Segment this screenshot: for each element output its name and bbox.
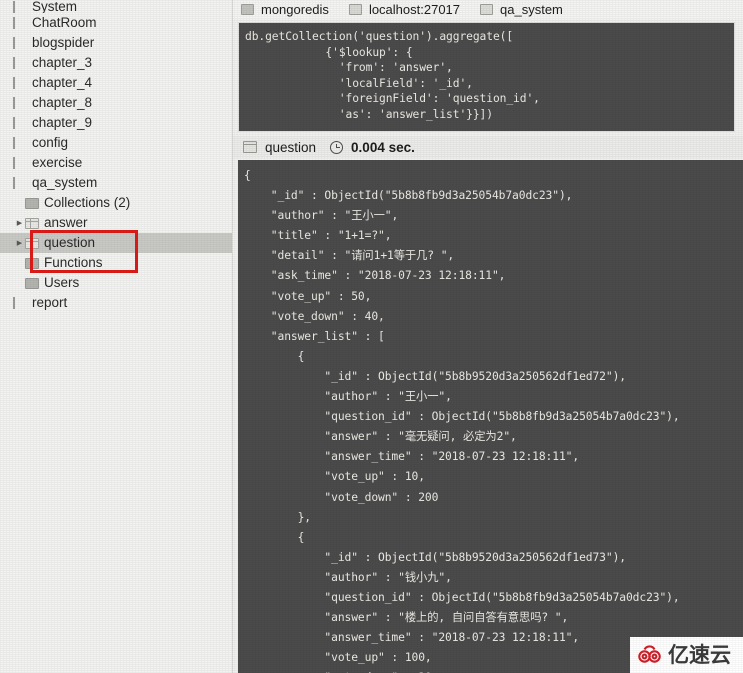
breadcrumb-host[interactable]: localhost:27017: [348, 2, 461, 17]
query-text[interactable]: db.getCollection('question').aggregate([…: [245, 29, 734, 122]
tree-item-collections-2[interactable]: Collections (2): [0, 193, 232, 213]
tree-item-label: question: [44, 235, 96, 251]
result-header: question 0.004 sec.: [233, 136, 743, 158]
tree-item-label: exercise: [32, 155, 83, 171]
mongodb-client-window: System ChatRoom blogspider chapter_3chapter…: [0, 0, 743, 673]
expand-arrow-icon[interactable]: ▶: [14, 240, 25, 247]
tree-item-chapter-8[interactable]: chapter_8: [0, 93, 232, 113]
tree-item-functions[interactable]: Functions: [0, 253, 232, 273]
tree-item-label: Functions: [44, 255, 103, 271]
database-icon: [13, 57, 27, 69]
table-icon: [25, 237, 39, 249]
breadcrumb-connection-label: mongoredis: [261, 2, 329, 17]
result-pane[interactable]: { "_id" : ObjectId("5b8b8fb9d3a25054b7a0…: [238, 160, 743, 673]
query-editor[interactable]: db.getCollection('question').aggregate([…: [238, 22, 735, 132]
result-json[interactable]: { "_id" : ObjectId("5b8b8fb9d3a25054b7a0…: [244, 166, 743, 673]
database-icon: [13, 1, 27, 13]
breadcrumb-database[interactable]: qa_system: [480, 2, 563, 17]
database-icon: [13, 177, 27, 189]
table-icon: [25, 217, 39, 229]
expand-arrow-icon[interactable]: ▶: [14, 220, 25, 227]
tree-item-report[interactable]: report: [0, 293, 232, 313]
tree-item-label: chapter_3: [32, 55, 93, 71]
database-icon: [13, 97, 27, 109]
breadcrumb-connection[interactable]: mongoredis: [241, 2, 329, 17]
tree-item-blogspider[interactable]: blogspider: [0, 33, 232, 53]
tree-item-label: report: [32, 295, 68, 311]
result-collection-name: question: [265, 139, 317, 155]
tree-item-chapter-3[interactable]: chapter_3: [0, 53, 232, 73]
tree-item-label: Collections (2): [44, 195, 131, 211]
tree-item-answer[interactable]: ▶ answer: [0, 213, 232, 233]
database-icon: [13, 137, 27, 149]
connection-icon: [241, 4, 254, 15]
collection-icon: [243, 141, 257, 153]
folder-icon: [25, 277, 39, 289]
tree-item-chatroom[interactable]: ChatRoom: [0, 13, 232, 33]
tree-item-chapter-4[interactable]: chapter_4: [0, 73, 232, 93]
breadcrumb-database-label: qa_system: [500, 2, 563, 17]
server-icon: [348, 4, 362, 15]
tree-item-config[interactable]: config: [0, 133, 232, 153]
tree-item-qa-system[interactable]: qa_system: [0, 173, 232, 193]
tree-item-label: System: [32, 0, 78, 13]
database-icon: [13, 17, 27, 29]
breadcrumb: mongoredis localhost:27017 qa_system: [233, 0, 743, 19]
folder-icon: [25, 257, 39, 269]
tree-item-label: ChatRoom: [32, 15, 97, 31]
database-icon: [13, 297, 27, 309]
result-duration: 0.004 sec.: [351, 139, 415, 155]
tree-item-label: chapter_9: [32, 115, 93, 131]
main-panel: mongoredis localhost:27017 qa_system db.…: [233, 0, 743, 673]
database-icon: [13, 157, 27, 169]
tree-item-exercise[interactable]: exercise: [0, 153, 232, 173]
tree-item-label: Users: [44, 275, 80, 291]
tree-item-chapter-9[interactable]: chapter_9: [0, 113, 232, 133]
tree-item-label: config: [32, 135, 69, 151]
database-icon: [13, 77, 27, 89]
folder-icon: [25, 197, 39, 209]
database-icon: [13, 37, 27, 49]
clock-icon: [330, 140, 344, 154]
database-icon: [13, 117, 27, 129]
database-tree-sidebar[interactable]: System ChatRoom blogspider chapter_3chapter…: [0, 0, 233, 673]
database-icon: [480, 4, 494, 15]
tree-item-label: chapter_4: [32, 75, 93, 91]
database-tree[interactable]: System ChatRoom blogspider chapter_3chapter…: [0, 0, 232, 313]
watermark: 亿速云: [630, 637, 743, 673]
tree-item-system[interactable]: System: [0, 0, 232, 13]
tree-item-label: chapter_8: [32, 95, 93, 111]
tree-item-label: answer: [44, 215, 88, 231]
cloud-logo-icon: [636, 643, 663, 667]
tree-item-label: blogspider: [32, 35, 95, 51]
breadcrumb-host-label: localhost:27017: [368, 2, 461, 17]
tree-item-users[interactable]: Users: [0, 273, 232, 293]
tree-item-label: qa_system: [32, 175, 98, 191]
tree-item-question[interactable]: ▶ question: [0, 233, 232, 253]
watermark-text: 亿速云: [668, 642, 731, 667]
